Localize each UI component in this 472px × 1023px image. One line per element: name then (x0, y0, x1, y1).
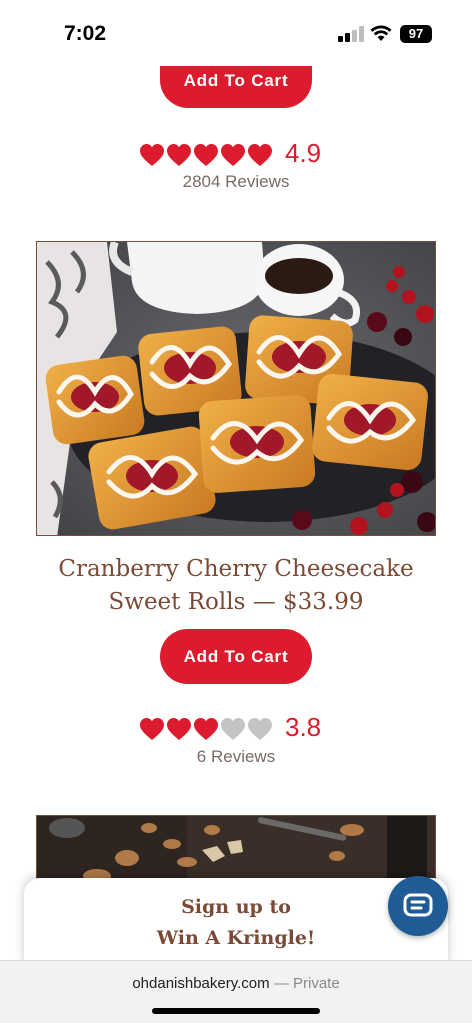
url-domain: ohdanishbakery.com (132, 975, 270, 992)
battery-icon: 97 (400, 25, 432, 43)
browser-url-bar[interactable]: ohdanishbakery.com — Private (0, 960, 472, 1023)
product-title-line1: Cranberry Cherry Cheesecake (58, 556, 414, 582)
url-text[interactable]: ohdanishbakery.com — Private (0, 975, 472, 992)
heart-icon (248, 144, 272, 166)
heart-icon (221, 144, 245, 166)
heart-empty-icon (248, 718, 272, 740)
heart-rating (140, 716, 272, 742)
wifi-icon (370, 25, 392, 41)
signup-banner[interactable]: Sign up to Win A Kringle! (24, 878, 448, 966)
reviews-count-previous[interactable]: 2804 Reviews (0, 172, 472, 192)
home-indicator[interactable] (152, 1008, 320, 1014)
almond-photo (37, 816, 435, 884)
heart-icon (140, 144, 164, 166)
heart-icon (194, 144, 218, 166)
product-title-line2: Sweet Rolls — $33.99 (108, 589, 364, 615)
reviews-count[interactable]: 6 Reviews (0, 747, 472, 767)
signup-line2: Win A Kringle! (156, 927, 316, 949)
status-bar: 7:02 97 (0, 0, 472, 66)
url-private-label: — Private (273, 975, 340, 992)
rating-row: 3.8 (0, 712, 472, 746)
signup-line1: Sign up to (181, 896, 291, 918)
heart-icon (167, 144, 191, 166)
signup-text: Sign up to Win A Kringle! (24, 892, 448, 954)
pastry-photo (37, 242, 435, 535)
status-time: 7:02 (64, 22, 107, 45)
heart-icon (194, 718, 218, 740)
heart-icon (140, 718, 164, 740)
heart-icon (167, 718, 191, 740)
chat-bubble-icon (403, 893, 433, 917)
add-to-cart-button[interactable]: Add To Cart (160, 629, 312, 684)
rating-value-previous: 4.9 (285, 138, 322, 168)
heart-rating-previous (140, 142, 272, 168)
product-title[interactable]: Cranberry Cherry Cheesecake Sweet Rolls … (0, 553, 472, 619)
next-product-image[interactable] (36, 815, 436, 885)
rating-row-previous: 4.9 (0, 138, 472, 172)
chat-button[interactable] (388, 876, 448, 936)
rating-value: 3.8 (285, 712, 322, 742)
product-image[interactable] (36, 241, 436, 536)
heart-half-icon (221, 718, 245, 740)
cellular-signal-icon (338, 26, 364, 42)
